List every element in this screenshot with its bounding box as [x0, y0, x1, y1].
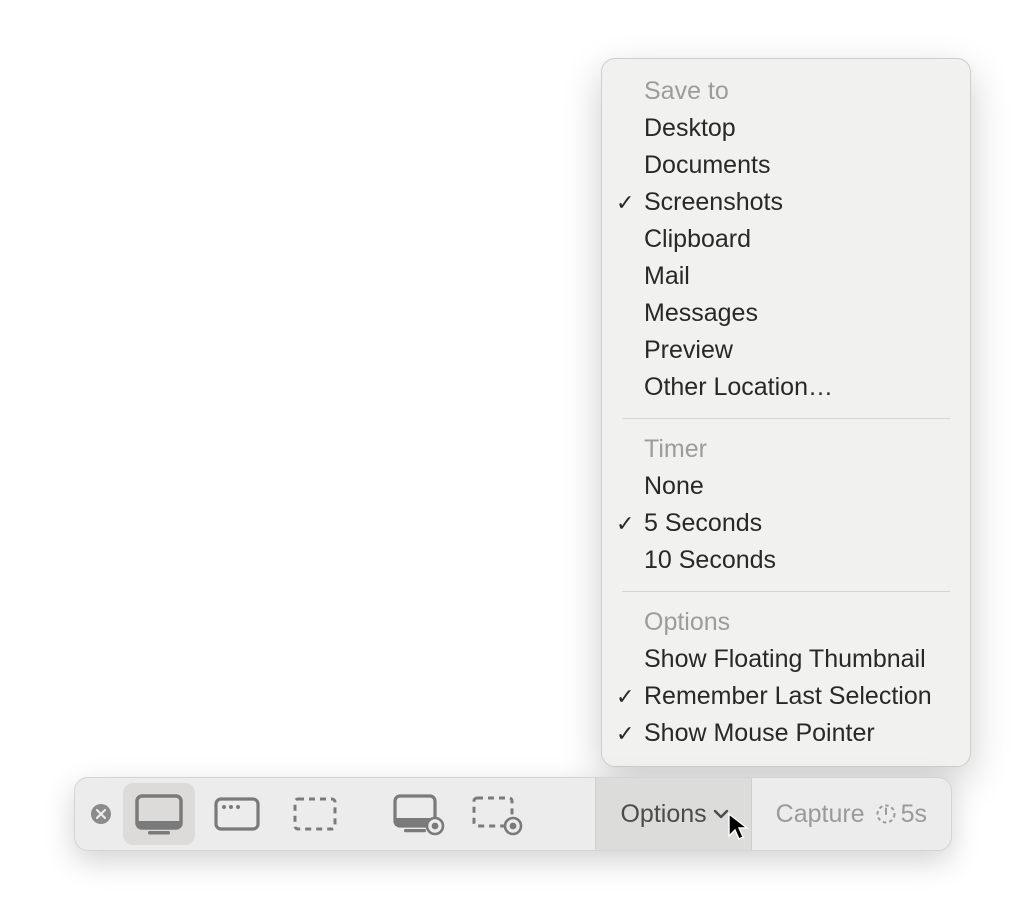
menu-item-label: Preview [644, 336, 733, 364]
menu-item-desktop[interactable]: Desktop [602, 110, 970, 147]
checkmark-icon: ✓ [616, 721, 634, 747]
menu-separator [622, 591, 950, 592]
close-icon [90, 803, 112, 825]
close-button[interactable] [89, 802, 113, 826]
menu-item-documents[interactable]: Documents [602, 147, 970, 184]
capture-window-button[interactable] [201, 783, 273, 845]
window-icon [212, 794, 262, 834]
selection-icon [290, 794, 340, 834]
timer-icon [875, 803, 897, 825]
options-menu: Save to Desktop Documents ✓ Screenshots C… [601, 58, 971, 767]
menu-item-label: Desktop [644, 114, 736, 142]
menu-item-label: Show Mouse Pointer [644, 719, 875, 747]
menu-item-label: Documents [644, 151, 770, 179]
checkmark-icon: ✓ [616, 684, 634, 710]
capture-label: Capture [776, 800, 865, 829]
options-label: Options [620, 800, 706, 829]
menu-item-label: Show Floating Thumbnail [644, 645, 926, 673]
checkmark-icon: ✓ [616, 511, 634, 537]
screenshot-toolbar: Options Capture 5s [74, 777, 952, 851]
record-screen-icon [391, 792, 447, 836]
menu-item-timer-10s[interactable]: 10 Seconds [602, 542, 970, 579]
record-selection-icon [469, 792, 525, 836]
menu-item-show-thumbnail[interactable]: Show Floating Thumbnail [602, 641, 970, 678]
menu-item-label: Clipboard [644, 225, 751, 253]
chevron-down-icon [713, 808, 729, 820]
record-entire-screen-button[interactable] [383, 783, 455, 845]
menu-item-label: Screenshots [644, 188, 783, 216]
menu-item-show-mouse-pointer[interactable]: ✓ Show Mouse Pointer [602, 715, 970, 752]
menu-item-preview[interactable]: Preview [602, 332, 970, 369]
menu-item-label: Mail [644, 262, 690, 290]
capture-selection-button[interactable] [279, 783, 351, 845]
menu-separator [622, 418, 950, 419]
screen-icon [134, 793, 184, 835]
menu-item-screenshots[interactable]: ✓ Screenshots [602, 184, 970, 221]
record-selection-button[interactable] [461, 783, 533, 845]
menu-item-clipboard[interactable]: Clipboard [602, 221, 970, 258]
menu-heading-options: Options [602, 604, 970, 641]
menu-item-timer-none[interactable]: None [602, 468, 970, 505]
menu-item-other-location[interactable]: Other Location… [602, 369, 970, 406]
options-button[interactable]: Options [595, 778, 751, 850]
menu-heading-save-to: Save to [602, 73, 970, 110]
menu-heading-timer: Timer [602, 431, 970, 468]
capture-entire-screen-button[interactable] [123, 783, 195, 845]
menu-item-timer-5s[interactable]: ✓ 5 Seconds [602, 505, 970, 542]
menu-item-label: Other Location… [644, 373, 833, 401]
menu-item-messages[interactable]: Messages [602, 295, 970, 332]
menu-item-label: None [644, 472, 704, 500]
menu-item-label: Remember Last Selection [644, 682, 932, 710]
menu-item-remember-selection[interactable]: ✓ Remember Last Selection [602, 678, 970, 715]
menu-item-label: 5 Seconds [644, 509, 762, 537]
checkmark-icon: ✓ [616, 190, 634, 216]
capture-button[interactable]: Capture 5s [752, 778, 951, 850]
menu-item-label: Messages [644, 299, 758, 327]
menu-item-label: 10 Seconds [644, 546, 776, 574]
menu-item-mail[interactable]: Mail [602, 258, 970, 295]
timer-value: 5s [901, 800, 927, 829]
